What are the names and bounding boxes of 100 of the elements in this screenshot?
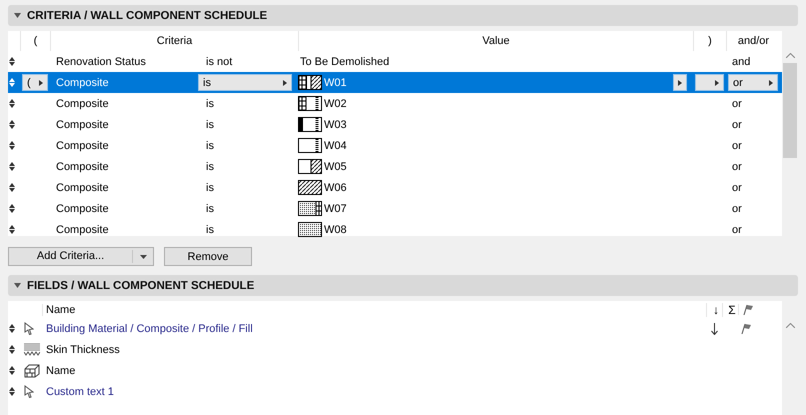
flag-icon <box>742 304 754 315</box>
criteria-row[interactable]: Composite is W07 or <box>8 198 782 219</box>
table-cell: W08 <box>324 224 347 236</box>
column-header[interactable]: and/or <box>726 31 780 51</box>
drag-handle-icon[interactable] <box>9 78 15 87</box>
drag-handle-icon[interactable] <box>9 57 15 66</box>
table-cell-text: is <box>205 202 215 214</box>
criteria-row[interactable]: Composite is W08 or <box>8 219 782 240</box>
panel-header[interactable]: FIELDS / WALL COMPONENT SCHEDULE <box>8 275 798 296</box>
table-cell: W06 <box>324 182 347 194</box>
wall-fill-swatch-icon <box>298 96 322 111</box>
table-cell-text: is <box>205 98 215 110</box>
field-row[interactable]: Skin Thickness <box>8 339 782 360</box>
field-name: Name <box>46 364 76 376</box>
value-dropdown-button[interactable] <box>673 74 687 91</box>
criteria-row[interactable]: Composite is W06 or <box>8 177 782 198</box>
table-cell: W01 <box>324 76 347 88</box>
criteria-row[interactable]: Composite is W03 or <box>8 114 782 135</box>
panel-title: CRITERIA / WALL COMPONENT SCHEDULE <box>27 10 268 22</box>
drag-handle-icon[interactable] <box>9 183 15 192</box>
drag-handle-icon[interactable] <box>9 225 15 234</box>
scroll-up-icon[interactable] <box>786 323 794 328</box>
table-cell-text: or <box>731 224 743 236</box>
paren-dropdown[interactable]: ( <box>22 74 48 91</box>
scrollbar-thumb[interactable] <box>783 63 797 158</box>
table-cell-text: or <box>731 118 743 130</box>
drag-handle-icon[interactable] <box>9 99 15 108</box>
sort-down-icon <box>710 322 718 334</box>
remove-button[interactable]: Remove <box>164 247 252 266</box>
table-cell-text: is <box>205 182 215 194</box>
table-cell-text: Composite <box>55 118 110 130</box>
field-row[interactable]: Building Material / Composite / Profile / Fill <box>8 318 782 339</box>
paren-dropdown[interactable] <box>695 74 724 91</box>
table-cell: W02 <box>324 98 347 110</box>
layered-hatch-icon <box>24 343 40 356</box>
table-cell-text: To Be Demolished <box>299 56 390 68</box>
column-header[interactable]: Name <box>42 304 706 316</box>
operator-dropdown[interactable]: is <box>198 74 292 91</box>
table-cell-text: is <box>205 118 215 130</box>
table-cell-text: or <box>731 98 743 110</box>
table-cell-text: Composite <box>55 224 110 236</box>
column-header[interactable]: Value <box>298 31 693 51</box>
table-cell-text: and <box>731 56 752 68</box>
panel-header[interactable]: CRITERIA / WALL COMPONENT SCHEDULE <box>8 5 798 26</box>
wall-fill-swatch-icon <box>298 138 322 153</box>
column-header[interactable]: ( <box>20 31 50 51</box>
table-cell-text: Composite <box>55 98 110 110</box>
table-cell-text: Composite <box>55 160 110 172</box>
criteria-row[interactable]: Composite is W04 or <box>8 135 782 156</box>
wall-fill-swatch-icon <box>298 117 322 132</box>
drag-handle-icon[interactable] <box>9 345 15 354</box>
drag-handle-icon[interactable] <box>9 120 15 129</box>
field-name: Custom text 1 <box>46 386 115 398</box>
criteria-row[interactable]: Renovation Status is not To Be Demolished and <box>8 51 782 72</box>
table-cell-text: Composite <box>55 182 110 194</box>
panel-title: FIELDS / WALL COMPONENT SCHEDULE <box>27 280 254 292</box>
column-header[interactable]: ↓ <box>706 302 722 316</box>
table-cell: W04 <box>324 140 347 152</box>
pointer-icon <box>24 322 34 335</box>
table-cell: W03 <box>324 118 347 130</box>
flag-icon <box>740 323 752 334</box>
drag-handle-icon[interactable] <box>9 387 15 396</box>
drag-handle-icon[interactable] <box>9 366 15 375</box>
column-header[interactable]: Criteria <box>50 31 298 51</box>
table-cell: W07 <box>324 202 347 214</box>
drag-handle-icon[interactable] <box>9 204 15 213</box>
dropdown-caret-icon[interactable] <box>140 254 146 258</box>
table-cell-text: or <box>731 202 743 214</box>
criteria-row[interactable]: Composite is W05 or <box>8 156 782 177</box>
add-criteria-button[interactable]: Add Criteria... <box>8 247 154 266</box>
wall-fill-swatch-icon <box>298 75 322 90</box>
field-row[interactable]: Name <box>8 360 782 381</box>
and-or-dropdown[interactable]: or <box>728 74 778 91</box>
table-cell-text: is <box>205 224 215 236</box>
field-name: Building Material / Composite / Profile / Fill <box>46 322 254 334</box>
column-header[interactable]: ) <box>693 31 726 51</box>
criteria-row[interactable]: ( Composite is W01 or <box>8 72 782 93</box>
table-cell-text: Renovation Status <box>55 56 147 68</box>
brick-cube-icon <box>24 364 40 378</box>
wall-fill-swatch-icon <box>298 201 322 216</box>
field-row[interactable]: Custom text 1 <box>8 381 782 402</box>
drag-handle-icon[interactable] <box>9 141 15 150</box>
table-cell-text: is <box>205 160 215 172</box>
criteria-row[interactable]: Composite is W02 or <box>8 93 782 114</box>
table-cell-text: Composite <box>55 140 110 152</box>
pointer-icon <box>24 385 34 398</box>
table-cell-text: or <box>731 182 743 194</box>
table-cell-text: Composite <box>55 76 110 88</box>
column-header[interactable]: Σ <box>722 302 738 316</box>
table-cell-text: is <box>205 140 215 152</box>
wall-fill-swatch-icon <box>298 159 322 174</box>
table-cell-text: is not <box>205 56 234 68</box>
wall-fill-swatch-icon <box>298 180 322 195</box>
drag-handle-icon[interactable] <box>9 324 15 333</box>
scroll-up-icon[interactable] <box>786 53 794 58</box>
table-cell: W05 <box>324 160 347 172</box>
drag-handle-icon[interactable] <box>9 162 15 171</box>
field-name: Skin Thickness <box>46 344 121 356</box>
table-cell-text: or <box>731 160 743 172</box>
table-cell-text: or <box>731 140 743 152</box>
